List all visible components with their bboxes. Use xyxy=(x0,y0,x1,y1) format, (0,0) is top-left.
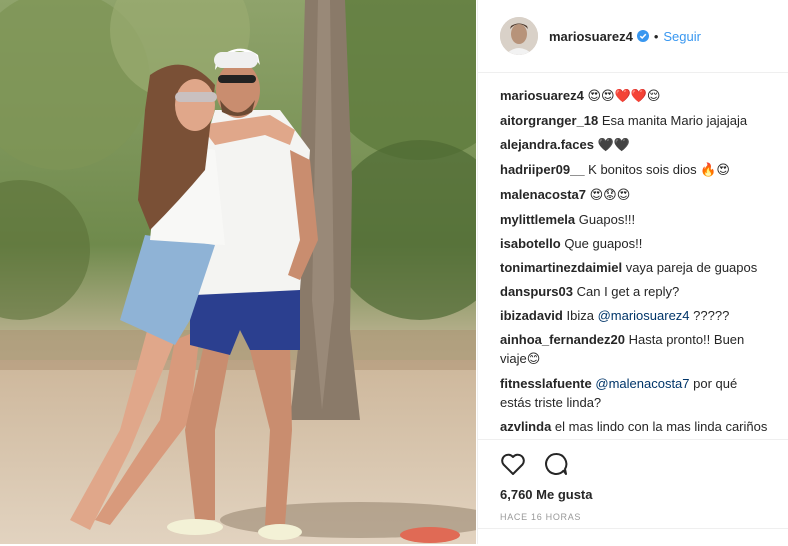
comment: azvlinda el mas lindo con la mas linda c… xyxy=(500,417,771,436)
post-photo[interactable] xyxy=(0,0,476,544)
comment: ainhoa_fernandez20 Hasta pronto!! Buen v… xyxy=(500,330,771,369)
comment-username[interactable]: azvlinda xyxy=(500,419,551,434)
comment-emoji: 😍😍❤️❤️😌 xyxy=(587,89,661,104)
verified-badge-icon xyxy=(636,30,649,42)
comment-username[interactable]: ainhoa_fernandez20 xyxy=(500,332,625,347)
comment-username[interactable]: malenacosta7 xyxy=(500,187,586,202)
comment-bubble-icon[interactable] xyxy=(544,452,568,476)
avatar[interactable] xyxy=(500,17,538,55)
comment: danspurs03 Can I get a reply? xyxy=(500,282,771,301)
comment-username[interactable]: isabotello xyxy=(500,236,561,251)
comment: ibizadavid Ibiza @mariosuarez4 ????? xyxy=(500,306,771,325)
header-separator: • xyxy=(653,28,659,44)
comment: alejandra.faces 🖤🖤 xyxy=(500,135,771,155)
comments-list[interactable]: mariosuarez4 😍😍❤️❤️😌 aitorgranger_18 Esa… xyxy=(478,86,788,438)
comment: mylittlemela Guapos!!! xyxy=(500,210,771,229)
comment-username[interactable]: hadriiper09__ xyxy=(500,162,585,177)
comment-emoji: 🔥😍 xyxy=(700,163,730,178)
likes-count[interactable]: 6,760 Me gusta xyxy=(500,487,593,502)
comment-text-after: ????? xyxy=(693,308,730,323)
comment-emoji: 😍😟😍 xyxy=(589,188,631,203)
comment-text: vaya pareja de guapos xyxy=(625,260,758,275)
comment-username[interactable]: mariosuarez4 xyxy=(500,88,584,103)
comment: mariosuarez4 😍😍❤️❤️😌 xyxy=(500,86,771,106)
comment: tonimartinezdaimiel vaya pareja de guapo… xyxy=(500,258,771,277)
comment-text: Que guapos!! xyxy=(564,236,643,251)
comment: malenacosta7 😍😟😍 xyxy=(500,185,771,205)
post-actions: 6,760 Me gusta HACE 16 HORAS xyxy=(478,439,788,545)
follow-button[interactable]: Seguir xyxy=(663,29,701,44)
comment-mention[interactable]: @mariosuarez4 xyxy=(598,308,690,323)
post-header: mariosuarez4 • Seguir xyxy=(478,0,788,73)
comment-username[interactable]: ibizadavid xyxy=(500,308,563,323)
comment: aitorgranger_18 Esa manita Mario jajajaj… xyxy=(500,111,771,130)
action-icons xyxy=(500,452,568,476)
post-timestamp: HACE 16 HORAS xyxy=(500,512,582,522)
comment-username[interactable]: mylittlemela xyxy=(500,212,575,227)
post-author-username[interactable]: mariosuarez4 xyxy=(549,29,633,44)
comment: hadriiper09__ K bonitos sois dios 🔥😍 xyxy=(500,160,771,180)
comment-text: el mas lindo con la mas linda cariños xyxy=(554,419,768,434)
comment-text: K bonitos sois dios xyxy=(588,162,697,177)
post-image xyxy=(0,0,476,544)
avatar-image xyxy=(500,17,538,55)
comment-username[interactable]: fitnesslafuente xyxy=(500,376,592,391)
comment-username[interactable]: danspurs03 xyxy=(500,284,573,299)
comment-emoji: 😊 xyxy=(526,352,541,367)
comment-mention[interactable]: @malenacosta7 xyxy=(595,376,689,391)
like-heart-icon[interactable] xyxy=(500,452,526,476)
add-comment-divider xyxy=(478,528,788,546)
comment-emoji: 🖤🖤 xyxy=(597,138,630,153)
comment-text: Guapos!!! xyxy=(578,212,636,227)
comment-text: Can I get a reply? xyxy=(576,284,680,299)
comment-username[interactable]: aitorgranger_18 xyxy=(500,113,598,128)
comment-text: Esa manita Mario jajajaja xyxy=(601,113,748,128)
comment: fitnesslafuente @malenacosta7 por qué es… xyxy=(500,374,771,412)
post-sidebar: mariosuarez4 • Seguir mariosuarez4 😍😍❤️❤… xyxy=(477,0,788,544)
comment-username[interactable]: tonimartinezdaimiel xyxy=(500,260,622,275)
comment: isabotello Que guapos!! xyxy=(500,234,771,253)
comment-username[interactable]: alejandra.faces xyxy=(500,137,594,152)
comment-text: Ibiza xyxy=(566,308,594,323)
